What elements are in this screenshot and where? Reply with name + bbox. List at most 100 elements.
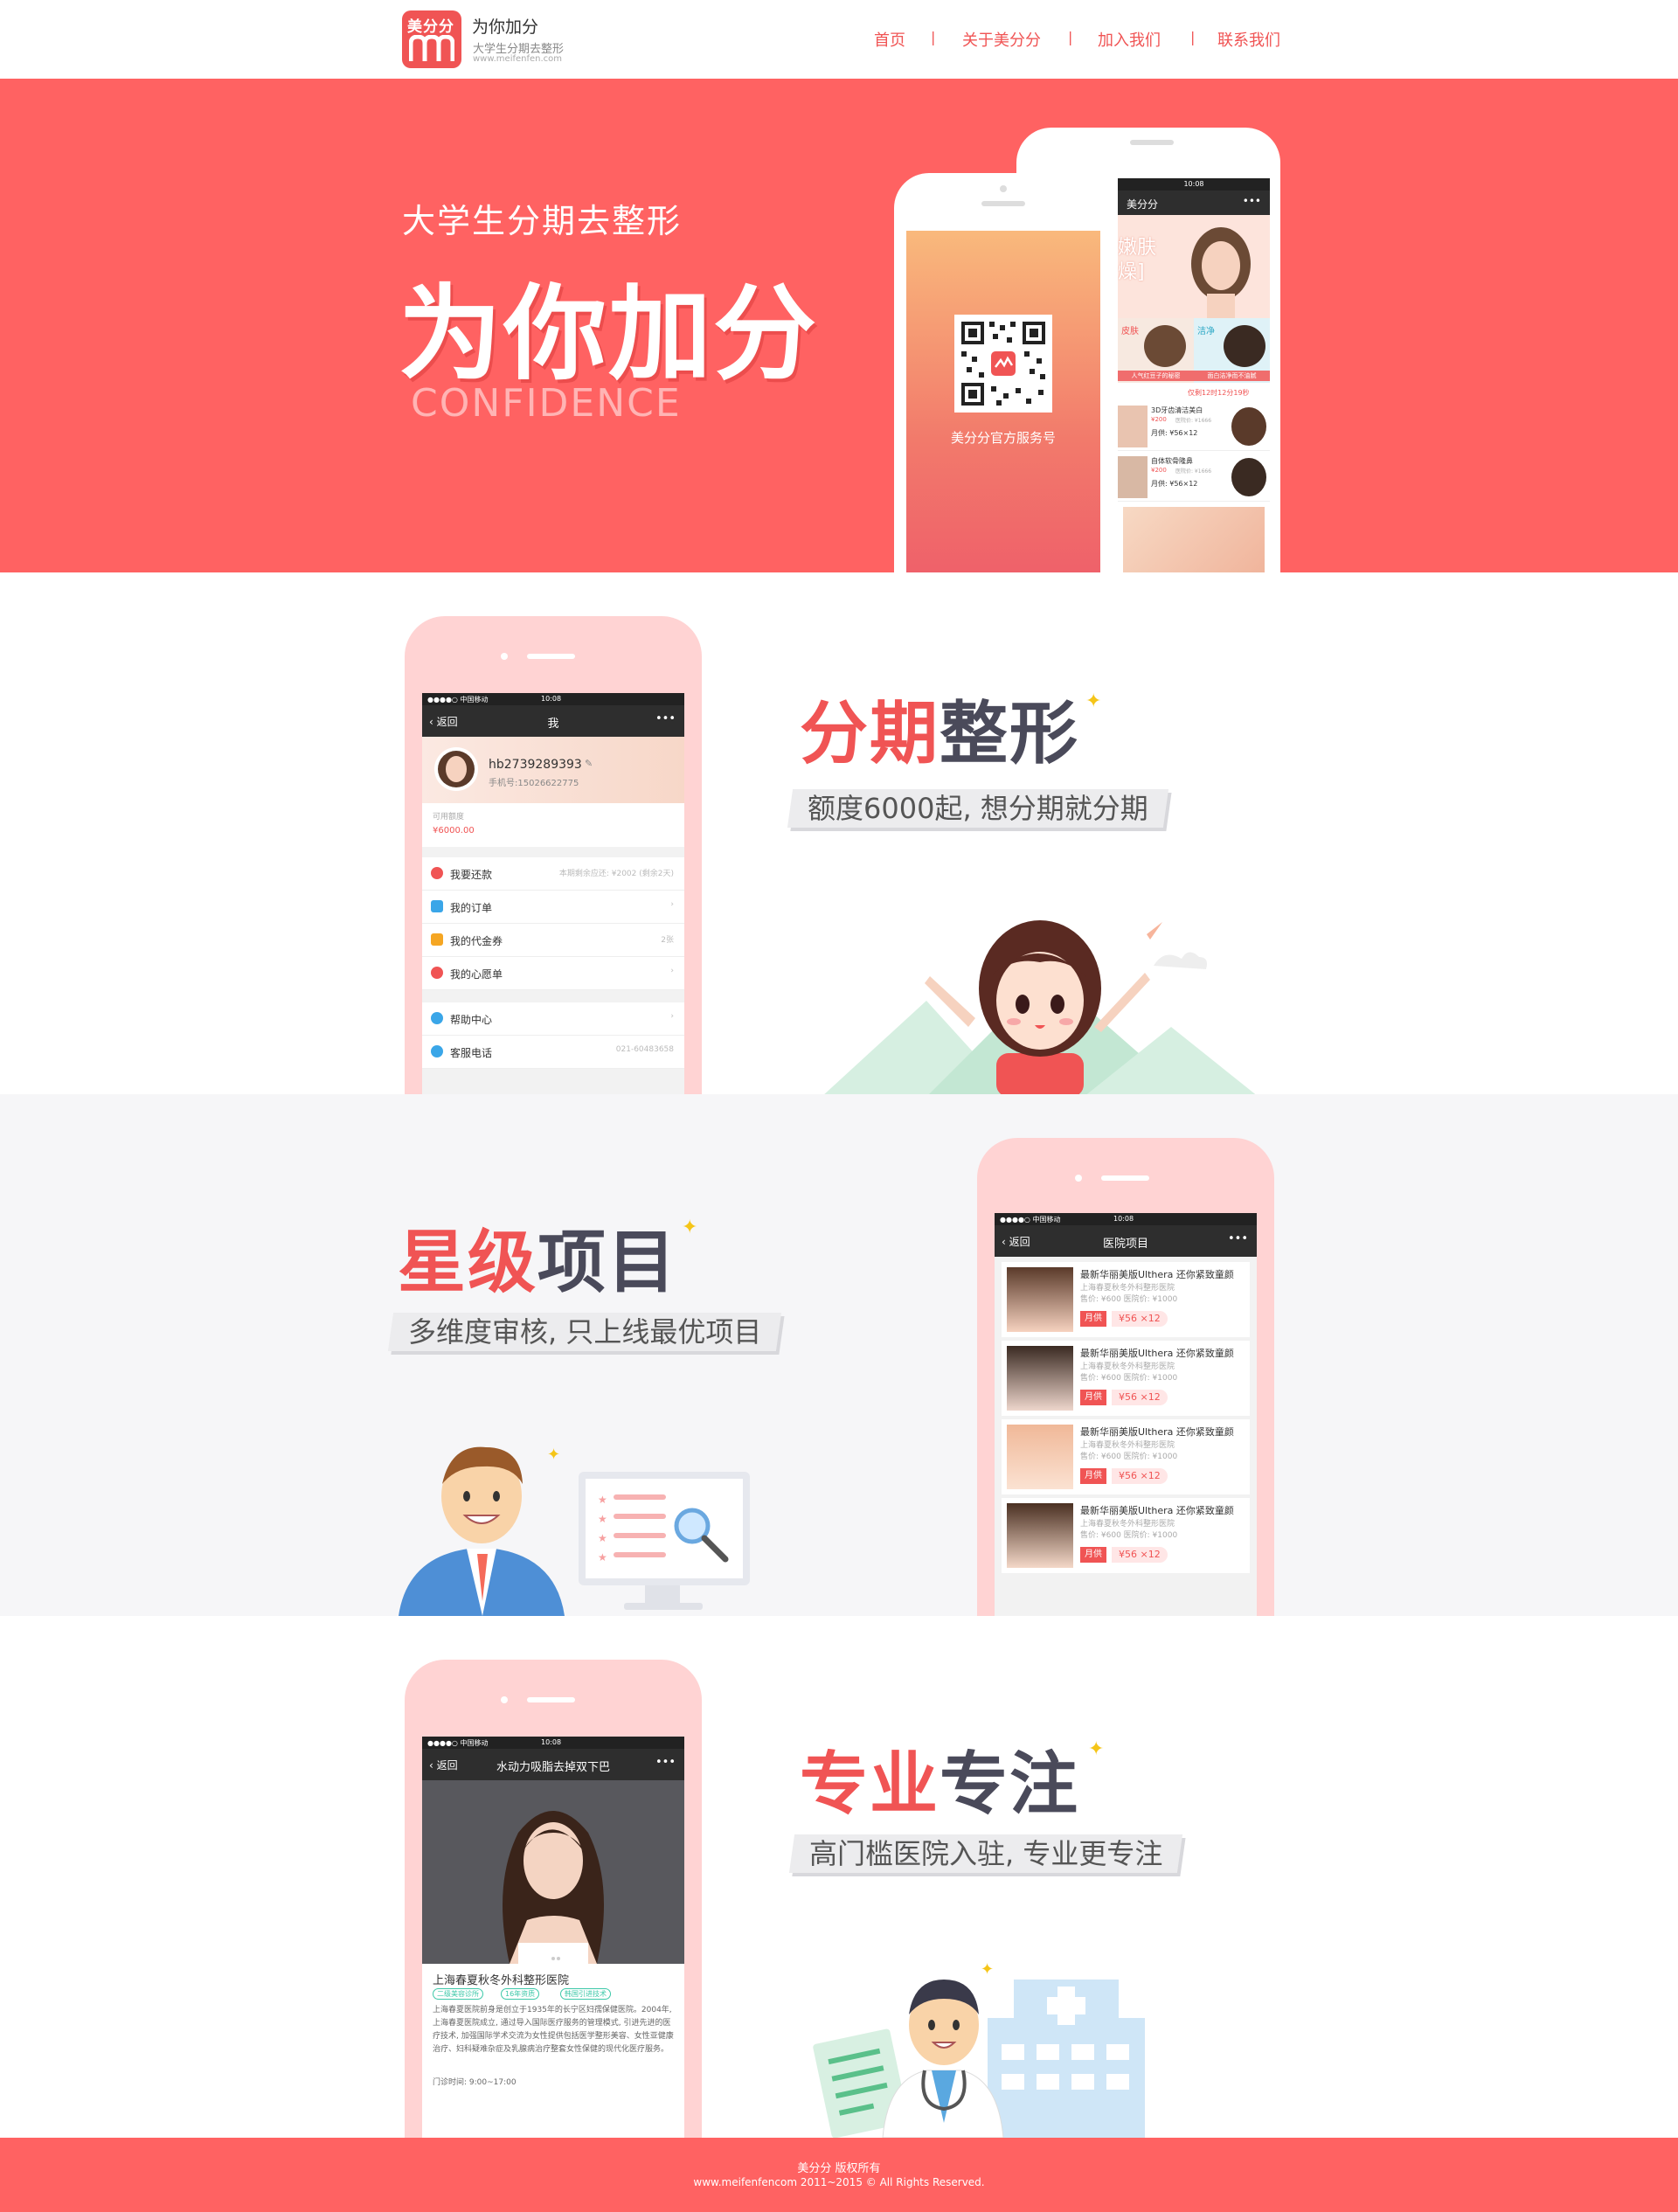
nav-bar: ‹ 返回 水动力吸脂去掉双下巴 ••• <box>422 1749 684 1780</box>
more-icon[interactable]: ••• <box>655 712 676 725</box>
menu-service-phone[interactable]: 客服电话 021-60483658 <box>422 1036 684 1069</box>
qr-caption: 美分分官方服务号 <box>950 430 1056 446</box>
hospital-intro: 上海春夏医院前身是创立于1935年的长宁区妇孺保健医院。2004年, 上海春夏医… <box>433 2006 674 2054</box>
status-bar: ●●●●○ 中国移动 10:08 <box>422 693 684 705</box>
project-item[interactable]: 最新华丽美版Ulthera 还你紧致童颜 上海春夏秋冬外科整形医院 售价: ¥6… <box>1002 1419 1250 1494</box>
project-item[interactable]: 最新华丽美版Ulthera 还你紧致童颜 上海春夏秋冬外科整形医院 售价: ¥6… <box>1002 1341 1250 1416</box>
projects-screen: ●●●●○ 中国移动 10:08 ‹ 返回 医院项目 ••• 最新华丽美版Ult… <box>995 1213 1257 1616</box>
help-icon <box>431 1012 443 1024</box>
nav-contact[interactable]: 联系我们 <box>1217 28 1280 51</box>
model-photo <box>1144 325 1186 367</box>
status-bar: 10:08 <box>1118 178 1270 191</box>
phone-speaker <box>1130 140 1174 145</box>
nav-title: 水动力吸脂去掉双下巴 <box>496 1761 610 1774</box>
model-photo <box>1118 456 1148 498</box>
countdown: 仅剩12时12分19秒 <box>1188 389 1250 397</box>
svg-text:★: ★ <box>598 1494 607 1506</box>
phone-back-screen: 10:08 美分分 ••• 嫩肤 燥] 皮肤 人气红豆子的秘密 洁净 面白洁净而… <box>1118 178 1270 572</box>
hospital-tag: 16年资质 <box>501 1988 540 2000</box>
phone-speaker <box>527 654 575 659</box>
deal-item[interactable]: 3D牙齿清洁美白 ¥200 医院价: ¥1666 月供: ¥56×12 <box>1118 402 1270 451</box>
svg-text:★: ★ <box>598 1532 607 1544</box>
clinic-hours: 门诊时间: 9:00~17:00 <box>433 2078 517 2087</box>
credit-section: 可用额度 ¥6000.00 <box>422 803 684 847</box>
project-item[interactable]: 最新华丽美版Ulthera 还你紧致童颜 上海春夏秋冬外科整形医院 售价: ¥6… <box>1002 1262 1250 1337</box>
site-footer: 美分分 版权所有 www.meifenfencom 2011~2015 © Al… <box>0 2138 1678 2212</box>
more-icon[interactable]: ••• <box>655 1756 676 1769</box>
reviewer-illustration: ✦ ★ ★ ★ ★ <box>399 1446 750 1616</box>
feature-installment: ●●●●○ 中国移动 10:08 ‹ 返回 我 ••• hb2739289393… <box>0 572 1678 1094</box>
nav-bar: ‹ 返回 我 ••• <box>422 705 684 737</box>
voucher-icon <box>431 933 443 946</box>
svg-text:★: ★ <box>598 1513 607 1525</box>
brand-url: www.meifenfen.com <box>473 54 563 64</box>
promo-image[interactable] <box>1123 507 1265 572</box>
avatar[interactable] <box>434 747 478 791</box>
nav-separator: | <box>1068 29 1073 45</box>
chevron-right-icon: › <box>670 1012 674 1021</box>
menu-repay[interactable]: 我要还款 本期剩余应还: ¥2002 (剩余2天) <box>422 857 684 891</box>
model-photo <box>1007 1267 1073 1332</box>
phone-speaker <box>527 1697 575 1702</box>
nav-separator: | <box>1190 29 1196 45</box>
credit-label: 可用额度 <box>433 813 465 822</box>
qr-screen: 美分分官方服务号 <box>906 231 1100 572</box>
menu-wishlist[interactable]: 我的心愿单 › <box>422 957 684 990</box>
model-photo <box>1007 1503 1073 1568</box>
model-photo <box>1118 406 1148 447</box>
promo-banner[interactable]: 嫩肤 燥] <box>1118 215 1270 318</box>
nav-title: 医院项目 <box>1102 1238 1148 1251</box>
sparkle-icon: ✦ <box>1085 690 1102 712</box>
feature-desc: 额度6000起, 想分期就分期 <box>787 789 1168 828</box>
banner-text: 嫩肤 燥] <box>1118 237 1157 283</box>
model-photo <box>1231 458 1266 496</box>
menu-orders[interactable]: 我的订单 › <box>422 891 684 924</box>
qr-code[interactable] <box>954 315 1052 413</box>
svg-text:✦: ✦ <box>981 1960 994 1979</box>
phone-number: 手机号:15026622775 <box>489 779 579 788</box>
deal-item[interactable]: 自体软骨隆鼻 ¥200 医院价: ¥1666 月供: ¥56×12 <box>1118 453 1270 502</box>
menu-help[interactable]: 帮助中心 › <box>422 1002 684 1036</box>
menu-vouchers[interactable]: 我的代金券 2张 <box>422 924 684 957</box>
nav-about[interactable]: 关于美分分 <box>962 28 1041 51</box>
nav-title: 美分分 <box>1127 198 1159 211</box>
nav-home[interactable]: 首页 <box>874 28 905 51</box>
phone-speaker <box>1101 1175 1149 1181</box>
status-bar: ●●●●○ 中国移动 10:08 <box>995 1213 1257 1225</box>
girl-illustration <box>824 920 1256 1094</box>
site-header: 美分分 为你加分 大学生分期去整形 www.meifenfen.com 首页 |… <box>0 0 1678 79</box>
logo-text: 美分分 <box>407 18 454 36</box>
feature-professional: ●●●●○ 中国移动 10:08 ‹ 返回 水动力吸脂去掉双下巴 ••• 上海春… <box>0 1616 1678 2138</box>
hero-photo[interactable] <box>422 1780 684 1964</box>
phone-camera <box>1000 185 1007 192</box>
chevron-right-icon: › <box>670 900 674 909</box>
feature-desc: 高门槛医院入驻, 专业更专注 <box>788 1834 1183 1873</box>
edit-icon[interactable]: ✎ <box>585 758 593 769</box>
hospital-tag: 韩国引进技术 <box>560 1988 611 2000</box>
more-icon[interactable]: ••• <box>1228 1232 1248 1245</box>
sparkle-icon: ✦ <box>1088 1738 1105 1760</box>
hero-title: 为你加分 <box>399 274 819 394</box>
model-photo <box>503 1811 604 1964</box>
feature-title: 专业专注 <box>800 1745 1080 1824</box>
phone-camera <box>501 653 508 660</box>
status-bar: ●●●●○ 中国移动 10:08 <box>422 1737 684 1749</box>
logo-m-icon <box>409 35 454 61</box>
logo[interactable]: 美分分 <box>402 10 461 68</box>
phone-camera <box>1075 1175 1082 1182</box>
qr-code-icon <box>961 322 1045 406</box>
profile-card[interactable]: hb2739289393 ✎ 手机号:15026622775 <box>422 737 684 803</box>
model-photo <box>1231 407 1266 446</box>
tile[interactable]: 皮肤 人气红豆子的秘密 <box>1118 318 1194 383</box>
phone-front: 美分分官方服务号 <box>894 173 1113 572</box>
sparkle-icon: ✦ <box>682 1217 698 1238</box>
copyright-url: www.meifenfencom 2011~2015 © All Rights … <box>693 2176 985 2188</box>
project-item[interactable]: 最新华丽美版Ulthera 还你紧致童颜 上海春夏秋冬外科整形医院 售价: ¥6… <box>1002 1498 1250 1573</box>
more-icon[interactable]: ••• <box>1243 195 1261 207</box>
phone-hospital-detail: ●●●●○ 中国移动 10:08 ‹ 返回 水动力吸脂去掉双下巴 ••• 上海春… <box>405 1660 702 2138</box>
tile[interactable]: 洁净 面白洁净而不油腻 <box>1194 318 1270 383</box>
chevron-right-icon: › <box>670 967 674 975</box>
svg-text:★: ★ <box>598 1551 607 1564</box>
nav-title: 我 <box>547 718 559 731</box>
nav-join[interactable]: 加入我们 <box>1098 28 1161 51</box>
